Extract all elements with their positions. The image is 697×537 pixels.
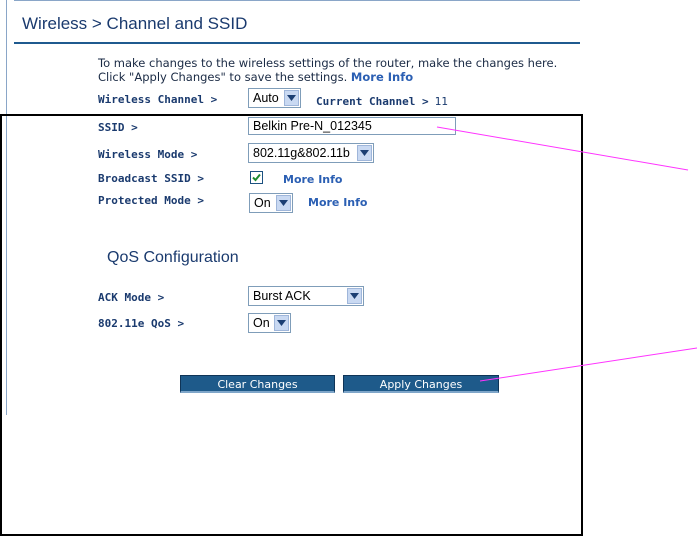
apply-callout-line xyxy=(479,347,697,382)
ssid-callout-line xyxy=(436,126,689,171)
callout-lines xyxy=(436,126,697,382)
